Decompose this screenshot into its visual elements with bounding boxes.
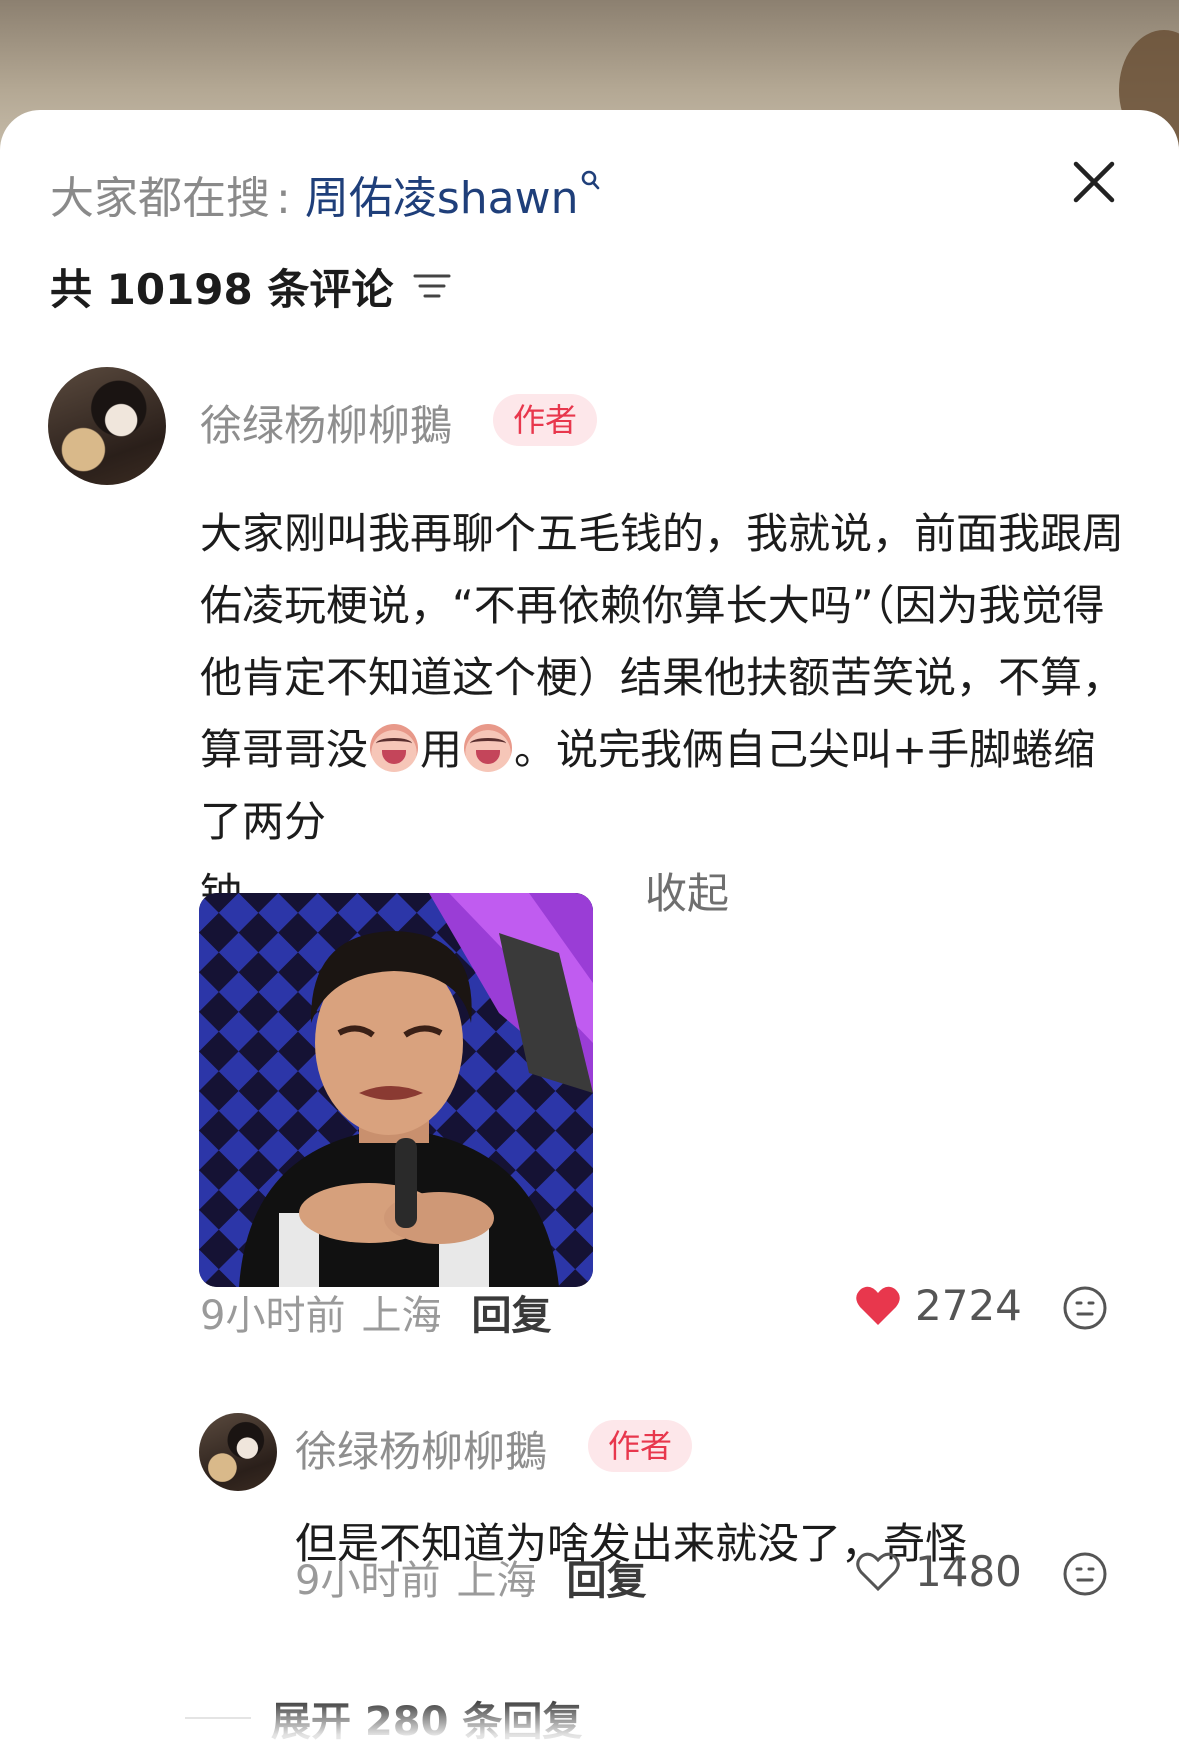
search-icon (580, 151, 600, 190)
author-badge: 作者 (493, 394, 598, 446)
close-icon[interactable] (1068, 156, 1120, 208)
comment-location: 上海 (361, 1293, 442, 1339)
bottom-fade-overlay (0, 1700, 1179, 1758)
search-suggestion[interactable]: 大家都在搜 : 周佑凌shawn (50, 162, 600, 226)
author-badge: 作者 (588, 1420, 693, 1472)
like-count: 1480 (915, 1547, 1022, 1596)
comment-count-label: 共 10198 条评论 (50, 264, 394, 314)
search-term-link[interactable]: 周佑凌shawn (305, 162, 579, 226)
comment-time: 9小时前 (200, 1293, 346, 1339)
reply-time: 9小时前 (295, 1558, 441, 1604)
collapse-link[interactable]: 收起 (645, 869, 729, 918)
sort-icon[interactable] (413, 271, 451, 301)
heart-outline-icon (856, 1552, 900, 1591)
reply-button[interactable]: 回复 (471, 1283, 551, 1341)
crying-emoji-icon (464, 724, 513, 772)
comment-text-part: 用 (420, 725, 463, 774)
comment-count-header: 共 10198 条评论 (50, 256, 451, 316)
comments-sheet: 大家都在搜 : 周佑凌shawn 共 10198 条评论 徐绿杨柳柳鵝 作者 大… (0, 110, 1179, 1758)
avatar[interactable] (48, 367, 166, 485)
reply-username[interactable]: 徐绿杨柳柳鵝 (295, 1418, 547, 1479)
reply-meta: 9小时前 上海 回复 (295, 1548, 646, 1606)
comment-meta: 9小时前 上海 回复 (200, 1283, 551, 1341)
comment-username[interactable]: 徐绿杨柳柳鵝 (200, 392, 452, 453)
search-prefix: 大家都在搜 (50, 173, 270, 224)
crying-emoji-icon (370, 724, 419, 772)
comment-image[interactable] (199, 893, 593, 1287)
like-button[interactable]: 1480 (855, 1547, 1022, 1596)
like-button[interactable]: 2724 (855, 1281, 1022, 1330)
smile-icon[interactable] (1062, 1285, 1108, 1331)
like-count: 2724 (915, 1281, 1022, 1330)
reply-location: 上海 (456, 1558, 537, 1604)
reply-button[interactable]: 回复 (566, 1548, 646, 1606)
avatar[interactable] (199, 1413, 277, 1491)
smile-icon[interactable] (1062, 1551, 1108, 1597)
heart-filled-icon (856, 1286, 900, 1325)
comment-text: 大家刚叫我再聊个五毛钱的，我就说，前面我跟周佑凌玩梗说，“不再依赖你算长大吗”（… (200, 498, 1130, 930)
search-separator: : (276, 173, 291, 224)
